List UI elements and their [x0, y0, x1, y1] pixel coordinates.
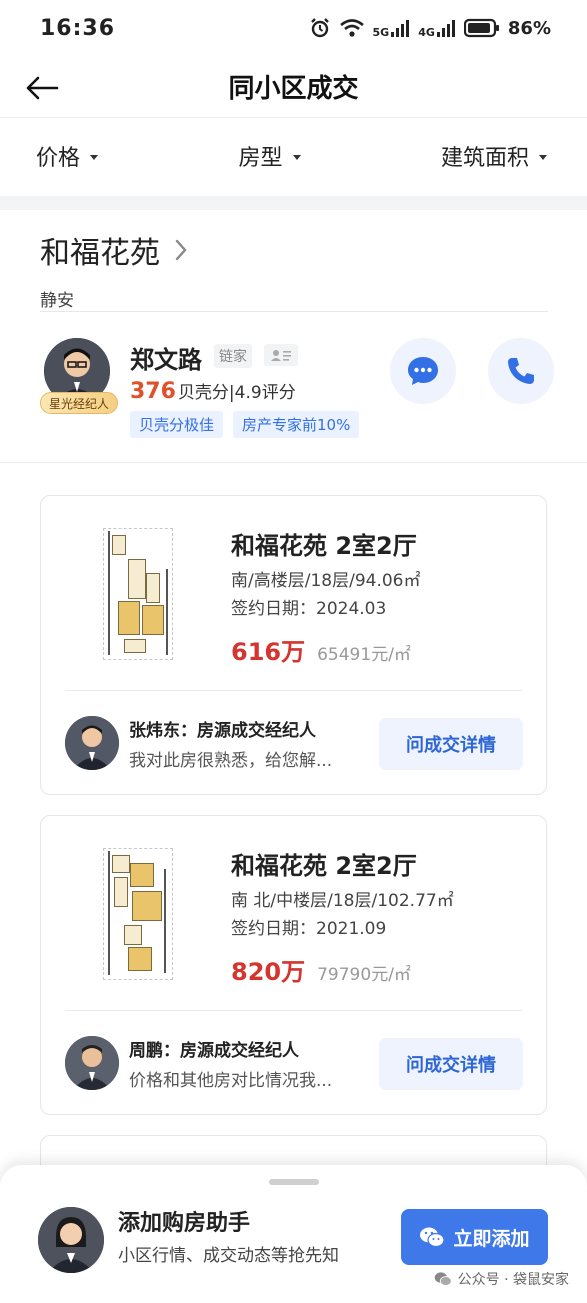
agent-card: 星光经纪人 郑文路 链家 376 贝壳分|4.9评分 贝壳分极佳 房产专家前10…: [40, 330, 560, 440]
divider: [40, 311, 548, 312]
agent-tag: 房产专家前10%: [233, 411, 360, 438]
ask-deal-details-button[interactable]: 问成交详情: [379, 718, 523, 770]
add-assistant-button[interactable]: 立即添加: [401, 1209, 548, 1265]
listing-agent-title: 张炜东：房源成交经纪人: [129, 721, 316, 741]
listing-card[interactable]: 和福花苑 2室2厅 南/高楼层/18层/94.06㎡ 签约日期：2024.03 …: [40, 495, 547, 795]
listing-agent-desc: 价格和其他房对比情况我...: [129, 1071, 333, 1091]
listing-title: 和福花苑 2室2厅: [231, 852, 417, 880]
agent-tag: 贝壳分极佳: [130, 411, 224, 438]
back-button[interactable]: [22, 68, 62, 108]
listing-price: 616万: [231, 638, 306, 666]
avatar: [38, 1207, 104, 1273]
community-header[interactable]: 和福花苑 静安: [40, 228, 550, 311]
listing-meta: 南/高楼层/18层/94.06㎡: [231, 571, 421, 591]
business-card-icon[interactable]: [264, 344, 298, 366]
watermark: 公众号 · 袋鼠安家: [434, 1269, 569, 1289]
agent-tags: 贝壳分极佳 房产专家前10%: [130, 411, 360, 438]
nav-bar: 同小区成交: [0, 56, 587, 118]
alarm-icon: [309, 17, 331, 39]
score-value: 376: [130, 379, 176, 404]
listing-agent-title: 周鹏：房源成交经纪人: [129, 1041, 299, 1061]
network-4g-label: 4G: [418, 26, 435, 39]
listing-title: 和福花苑 2室2厅: [231, 532, 417, 560]
status-icons: 5G 4G 86%: [309, 17, 551, 39]
ask-deal-details-button[interactable]: 问成交详情: [379, 1038, 523, 1090]
filter-bar: 价格 房型 建筑面积: [0, 118, 587, 194]
divider: [0, 462, 587, 463]
page-title: 同小区成交: [228, 74, 359, 104]
wechat-icon: [434, 1272, 452, 1286]
status-time: 16:36: [40, 15, 116, 41]
listing-sign-date: 签约日期：2024.03: [231, 599, 387, 619]
listing-price-row: 820万 79790元/㎡: [231, 952, 411, 987]
community-name[interactable]: 和福花苑: [40, 228, 160, 272]
listing-price-row: 616万 65491元/㎡: [231, 632, 411, 667]
wifi-icon: [339, 18, 365, 38]
signal-5g-icon: 5G: [373, 18, 411, 38]
filter-label: 房型: [238, 146, 283, 171]
add-button-label: 立即添加: [453, 1227, 530, 1250]
star-agent-badge: 星光经纪人: [40, 392, 118, 414]
filter-area[interactable]: 建筑面积: [441, 140, 547, 172]
battery-level: 86%: [507, 17, 551, 39]
chat-button[interactable]: [390, 338, 456, 404]
community-district: 静安: [40, 291, 74, 311]
listing-unit-price: 79790元/㎡: [317, 965, 411, 985]
network-5g-label: 5G: [372, 26, 390, 39]
arrow-left-icon: [26, 76, 59, 100]
call-button[interactable]: [488, 338, 554, 404]
avatar[interactable]: [65, 1036, 119, 1090]
listing-price: 820万: [231, 958, 306, 986]
agent-company: 链家: [214, 344, 252, 368]
caret-down-icon: [90, 154, 99, 160]
filter-layout[interactable]: 房型: [238, 140, 301, 172]
listing-meta: 南 北/中楼层/18层/102.77㎡: [231, 891, 454, 911]
status-bar: 16:36 5G 4G 86%: [0, 0, 587, 56]
floorplan-image[interactable]: [103, 528, 173, 660]
chat-bubble-icon: [408, 357, 438, 385]
caret-down-icon: [538, 154, 547, 160]
listing-agent-desc: 我对此房很熟悉，给您解...: [129, 751, 333, 771]
phone-icon: [508, 358, 534, 384]
filter-label: 价格: [36, 146, 81, 171]
divider: [65, 690, 522, 691]
avatar[interactable]: [65, 716, 119, 770]
filter-price[interactable]: 价格: [36, 140, 99, 172]
wechat-icon: [420, 1227, 446, 1248]
chevron-right-icon: [175, 239, 187, 261]
caret-down-icon: [292, 154, 301, 160]
listing-sign-date: 签约日期：2021.09: [231, 919, 387, 939]
watermark-text: 公众号 · 袋鼠安家: [457, 1272, 569, 1288]
drag-handle[interactable]: [269, 1179, 319, 1185]
filter-label: 建筑面积: [440, 146, 529, 171]
section-separator: [0, 196, 587, 210]
listing-card[interactable]: 和福花苑 2室2厅 南 北/中楼层/18层/102.77㎡ 签约日期：2021.…: [40, 815, 547, 1115]
assistant-title: 添加购房助手: [118, 1211, 251, 1236]
assistant-subtitle: 小区行情、成交动态等抢先知: [118, 1246, 339, 1266]
score-text: 贝壳分|4.9评分: [177, 383, 296, 403]
battery-icon: [463, 18, 500, 38]
assistant-bottom-sheet: 添加购房助手 小区行情、成交动态等抢先知 立即添加 公众号 · 袋鼠安家: [0, 1165, 587, 1303]
floorplan-image[interactable]: [103, 848, 173, 980]
agent-name: 郑文路: [130, 346, 202, 374]
agent-score: 376 贝壳分|4.9评分: [130, 378, 296, 404]
listing-unit-price: 65491元/㎡: [317, 645, 411, 665]
signal-4g-icon: 4G: [418, 18, 456, 38]
divider: [65, 1010, 522, 1011]
